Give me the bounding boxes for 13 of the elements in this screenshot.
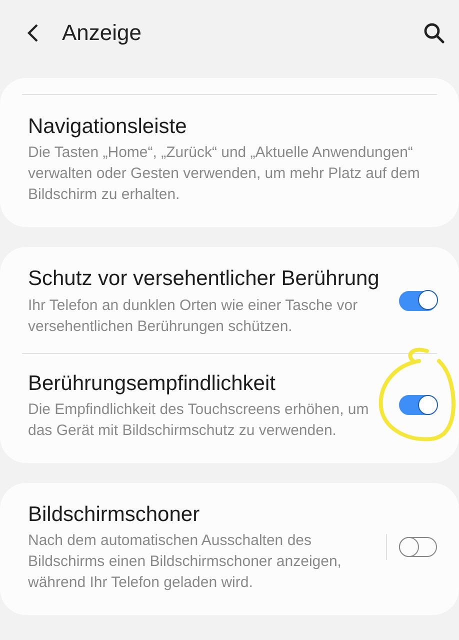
setting-title[interactable]: Berührungsempfindlichkeit <box>28 370 380 397</box>
setting-description: Ihr Telefon an dunklen Orten wie einer Tasche vor versehentlichen Berührungen schützen. <box>28 296 359 337</box>
setting-description: Die Empfindlichkeit des Touchscreens erhöhen, um das Gerät mit Bildschirmschutz zu verwenden. <box>28 400 370 441</box>
setting-title[interactable]: Navigationsleiste <box>28 113 420 140</box>
toggle-switch[interactable] <box>399 290 437 311</box>
setting-description: Die Tasten „Home“, „Zurück“ und „Aktuelle Anwendungen“ verwalten oder Gesten verwenden, um mehr Platz auf dem Bildschirm zu erhalten. <box>28 143 420 206</box>
setting-title[interactable]: Schutz vor versehentlicher Berührung <box>28 265 380 293</box>
toggle-switch[interactable] <box>399 395 437 416</box>
setting-title[interactable]: Bildschirmschoner <box>28 500 380 528</box>
page-title: Anzeige <box>62 20 143 46</box>
search-icon[interactable] <box>423 22 445 44</box>
setting-description: Nach dem automatischen Ausschalten des Bildschirms einen Bildschirmschoner anzeigen, während Ihr Telefon geladen wird. <box>28 531 342 594</box>
toggle-switch[interactable] <box>399 537 437 558</box>
